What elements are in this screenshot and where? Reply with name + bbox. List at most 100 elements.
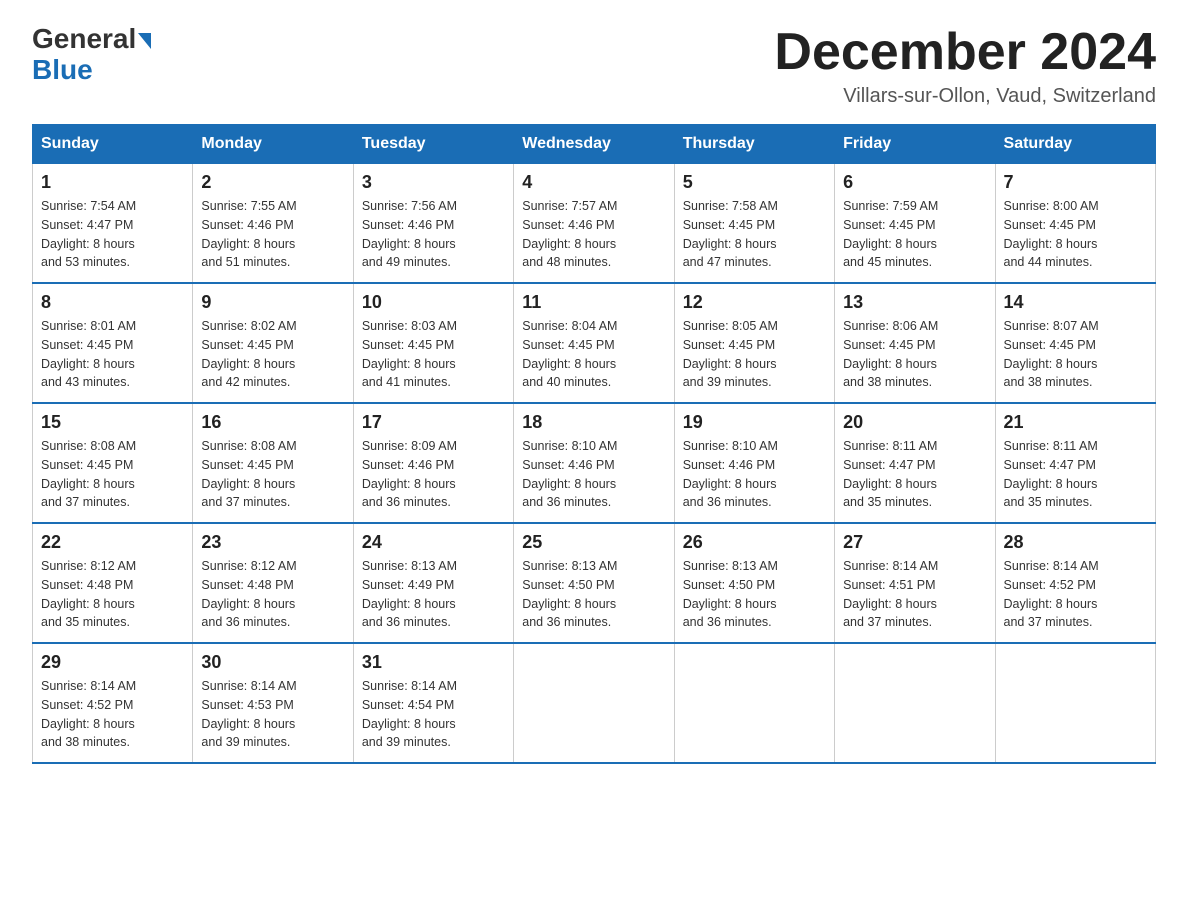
day-number: 7 [1004, 172, 1147, 193]
day-info: Sunrise: 7:59 AM Sunset: 4:45 PM Dayligh… [843, 197, 986, 272]
day-number: 14 [1004, 292, 1147, 313]
calendar-cell: 28 Sunrise: 8:14 AM Sunset: 4:52 PM Dayl… [995, 523, 1155, 643]
day-info: Sunrise: 8:02 AM Sunset: 4:45 PM Dayligh… [201, 317, 344, 392]
calendar-cell: 9 Sunrise: 8:02 AM Sunset: 4:45 PM Dayli… [193, 283, 353, 403]
week-row-5: 29 Sunrise: 8:14 AM Sunset: 4:52 PM Dayl… [33, 643, 1156, 763]
weekday-header-friday: Friday [835, 125, 995, 164]
day-info: Sunrise: 8:12 AM Sunset: 4:48 PM Dayligh… [41, 557, 184, 632]
calendar-cell: 29 Sunrise: 8:14 AM Sunset: 4:52 PM Dayl… [33, 643, 193, 763]
day-number: 11 [522, 292, 665, 313]
calendar-cell: 1 Sunrise: 7:54 AM Sunset: 4:47 PM Dayli… [33, 164, 193, 284]
day-number: 23 [201, 532, 344, 553]
day-info: Sunrise: 8:06 AM Sunset: 4:45 PM Dayligh… [843, 317, 986, 392]
day-number: 27 [843, 532, 986, 553]
day-number: 19 [683, 412, 826, 433]
day-number: 4 [522, 172, 665, 193]
day-number: 29 [41, 652, 184, 673]
day-info: Sunrise: 8:08 AM Sunset: 4:45 PM Dayligh… [41, 437, 184, 512]
day-info: Sunrise: 8:10 AM Sunset: 4:46 PM Dayligh… [683, 437, 826, 512]
calendar-cell: 31 Sunrise: 8:14 AM Sunset: 4:54 PM Dayl… [353, 643, 513, 763]
day-number: 1 [41, 172, 184, 193]
calendar-cell: 6 Sunrise: 7:59 AM Sunset: 4:45 PM Dayli… [835, 164, 995, 284]
day-info: Sunrise: 8:13 AM Sunset: 4:49 PM Dayligh… [362, 557, 505, 632]
day-info: Sunrise: 8:11 AM Sunset: 4:47 PM Dayligh… [1004, 437, 1147, 512]
day-number: 21 [1004, 412, 1147, 433]
day-info: Sunrise: 8:07 AM Sunset: 4:45 PM Dayligh… [1004, 317, 1147, 392]
day-number: 28 [1004, 532, 1147, 553]
day-info: Sunrise: 7:55 AM Sunset: 4:46 PM Dayligh… [201, 197, 344, 272]
calendar-cell: 27 Sunrise: 8:14 AM Sunset: 4:51 PM Dayl… [835, 523, 995, 643]
weekday-header-monday: Monday [193, 125, 353, 164]
calendar-cell: 20 Sunrise: 8:11 AM Sunset: 4:47 PM Dayl… [835, 403, 995, 523]
day-info: Sunrise: 8:00 AM Sunset: 4:45 PM Dayligh… [1004, 197, 1147, 272]
logo-blue: Blue [32, 55, 93, 86]
calendar-cell: 14 Sunrise: 8:07 AM Sunset: 4:45 PM Dayl… [995, 283, 1155, 403]
calendar-cell: 2 Sunrise: 7:55 AM Sunset: 4:46 PM Dayli… [193, 164, 353, 284]
calendar-cell: 21 Sunrise: 8:11 AM Sunset: 4:47 PM Dayl… [995, 403, 1155, 523]
day-number: 18 [522, 412, 665, 433]
day-number: 12 [683, 292, 826, 313]
calendar-cell [674, 643, 834, 763]
day-number: 5 [683, 172, 826, 193]
logo-general: General [32, 24, 151, 55]
day-info: Sunrise: 8:14 AM Sunset: 4:54 PM Dayligh… [362, 677, 505, 752]
day-number: 10 [362, 292, 505, 313]
weekday-header-thursday: Thursday [674, 125, 834, 164]
calendar-cell: 19 Sunrise: 8:10 AM Sunset: 4:46 PM Dayl… [674, 403, 834, 523]
week-row-2: 8 Sunrise: 8:01 AM Sunset: 4:45 PM Dayli… [33, 283, 1156, 403]
day-number: 3 [362, 172, 505, 193]
day-info: Sunrise: 8:14 AM Sunset: 4:52 PM Dayligh… [41, 677, 184, 752]
calendar-cell: 10 Sunrise: 8:03 AM Sunset: 4:45 PM Dayl… [353, 283, 513, 403]
calendar-cell: 7 Sunrise: 8:00 AM Sunset: 4:45 PM Dayli… [995, 164, 1155, 284]
calendar-cell: 24 Sunrise: 8:13 AM Sunset: 4:49 PM Dayl… [353, 523, 513, 643]
day-number: 2 [201, 172, 344, 193]
calendar-cell: 4 Sunrise: 7:57 AM Sunset: 4:46 PM Dayli… [514, 164, 674, 284]
calendar-cell: 12 Sunrise: 8:05 AM Sunset: 4:45 PM Dayl… [674, 283, 834, 403]
day-info: Sunrise: 7:54 AM Sunset: 4:47 PM Dayligh… [41, 197, 184, 272]
day-info: Sunrise: 8:03 AM Sunset: 4:45 PM Dayligh… [362, 317, 505, 392]
day-info: Sunrise: 7:58 AM Sunset: 4:45 PM Dayligh… [683, 197, 826, 272]
calendar-cell: 15 Sunrise: 8:08 AM Sunset: 4:45 PM Dayl… [33, 403, 193, 523]
day-number: 8 [41, 292, 184, 313]
calendar-cell [995, 643, 1155, 763]
day-info: Sunrise: 8:04 AM Sunset: 4:45 PM Dayligh… [522, 317, 665, 392]
week-row-1: 1 Sunrise: 7:54 AM Sunset: 4:47 PM Dayli… [33, 164, 1156, 284]
day-info: Sunrise: 8:10 AM Sunset: 4:46 PM Dayligh… [522, 437, 665, 512]
day-info: Sunrise: 8:12 AM Sunset: 4:48 PM Dayligh… [201, 557, 344, 632]
calendar-cell: 23 Sunrise: 8:12 AM Sunset: 4:48 PM Dayl… [193, 523, 353, 643]
day-number: 13 [843, 292, 986, 313]
week-row-3: 15 Sunrise: 8:08 AM Sunset: 4:45 PM Dayl… [33, 403, 1156, 523]
calendar-cell [514, 643, 674, 763]
day-number: 20 [843, 412, 986, 433]
day-info: Sunrise: 8:13 AM Sunset: 4:50 PM Dayligh… [522, 557, 665, 632]
calendar-cell: 8 Sunrise: 8:01 AM Sunset: 4:45 PM Dayli… [33, 283, 193, 403]
calendar-cell: 25 Sunrise: 8:13 AM Sunset: 4:50 PM Dayl… [514, 523, 674, 643]
day-number: 15 [41, 412, 184, 433]
location-subtitle: Villars-sur-Ollon, Vaud, Switzerland [774, 85, 1156, 108]
title-block: December 2024 Villars-sur-Ollon, Vaud, S… [774, 24, 1156, 108]
day-number: 31 [362, 652, 505, 673]
week-row-4: 22 Sunrise: 8:12 AM Sunset: 4:48 PM Dayl… [33, 523, 1156, 643]
day-number: 24 [362, 532, 505, 553]
calendar-cell: 16 Sunrise: 8:08 AM Sunset: 4:45 PM Dayl… [193, 403, 353, 523]
day-number: 6 [843, 172, 986, 193]
weekday-header-tuesday: Tuesday [353, 125, 513, 164]
day-number: 17 [362, 412, 505, 433]
calendar-cell: 22 Sunrise: 8:12 AM Sunset: 4:48 PM Dayl… [33, 523, 193, 643]
day-number: 22 [41, 532, 184, 553]
calendar-cell: 3 Sunrise: 7:56 AM Sunset: 4:46 PM Dayli… [353, 164, 513, 284]
day-number: 16 [201, 412, 344, 433]
day-info: Sunrise: 8:14 AM Sunset: 4:53 PM Dayligh… [201, 677, 344, 752]
calendar-cell: 5 Sunrise: 7:58 AM Sunset: 4:45 PM Dayli… [674, 164, 834, 284]
calendar-table: SundayMondayTuesdayWednesdayThursdayFrid… [32, 124, 1156, 764]
day-info: Sunrise: 8:08 AM Sunset: 4:45 PM Dayligh… [201, 437, 344, 512]
calendar-cell: 13 Sunrise: 8:06 AM Sunset: 4:45 PM Dayl… [835, 283, 995, 403]
weekday-header-wednesday: Wednesday [514, 125, 674, 164]
day-info: Sunrise: 7:57 AM Sunset: 4:46 PM Dayligh… [522, 197, 665, 272]
day-number: 30 [201, 652, 344, 673]
calendar-cell: 26 Sunrise: 8:13 AM Sunset: 4:50 PM Dayl… [674, 523, 834, 643]
day-number: 9 [201, 292, 344, 313]
calendar-cell: 30 Sunrise: 8:14 AM Sunset: 4:53 PM Dayl… [193, 643, 353, 763]
weekday-header-sunday: Sunday [33, 125, 193, 164]
day-number: 26 [683, 532, 826, 553]
